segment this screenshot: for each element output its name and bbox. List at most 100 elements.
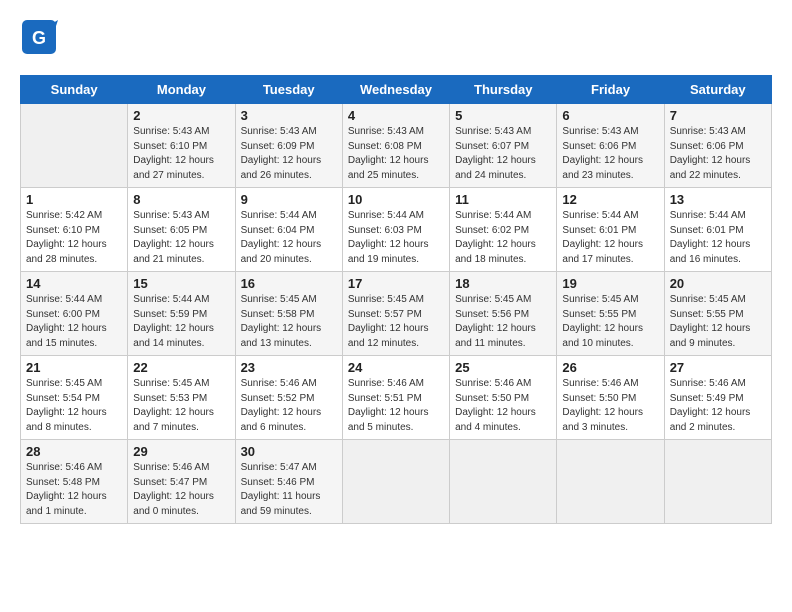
calendar-cell: 23 Sunrise: 5:46 AM Sunset: 5:52 PM Dayli…: [235, 356, 342, 440]
calendar-cell: 6 Sunrise: 5:43 AM Sunset: 6:06 PM Daylig…: [557, 104, 664, 188]
cell-info: Sunrise: 5:43 AM Sunset: 6:06 PM Dayligh…: [562, 125, 658, 183]
header-saturday: Saturday: [664, 76, 771, 104]
calendar-cell: 8 Sunrise: 5:43 AM Sunset: 6:05 PM Daylig…: [128, 188, 235, 272]
calendar-cell: 2Sunrise: 5:43 AM Sunset: 6:10 PM Daylig…: [128, 104, 235, 188]
cell-info: Sunrise: 5:44 AM Sunset: 6:03 PM Dayligh…: [348, 209, 444, 267]
calendar-cell: 1 Sunrise: 5:42 AM Sunset: 6:10 PM Daylig…: [21, 188, 128, 272]
day-number: 5: [455, 108, 551, 123]
cell-info: Sunrise: 5:46 AM Sunset: 5:47 PM Dayligh…: [133, 461, 229, 519]
cell-info: Sunrise: 5:43 AM Sunset: 6:09 PM Dayligh…: [241, 125, 337, 183]
cell-info: Sunrise: 5:45 AM Sunset: 5:53 PM Dayligh…: [133, 377, 229, 435]
cell-info: Sunrise: 5:44 AM Sunset: 6:04 PM Dayligh…: [241, 209, 337, 267]
calendar-cell: 4Sunrise: 5:43 AM Sunset: 6:08 PM Daylig…: [342, 104, 449, 188]
calendar-cell: [342, 440, 449, 524]
calendar-cell: [664, 440, 771, 524]
day-number: 29: [133, 444, 229, 459]
calendar-cell: [557, 440, 664, 524]
calendar-cell: 17 Sunrise: 5:45 AM Sunset: 5:57 PM Dayli…: [342, 272, 449, 356]
calendar-cell: 29 Sunrise: 5:46 AM Sunset: 5:47 PM Dayli…: [128, 440, 235, 524]
cell-info: Sunrise: 5:46 AM Sunset: 5:50 PM Dayligh…: [562, 377, 658, 435]
calendar-cell: 28Sunrise: 5:46 AM Sunset: 5:48 PM Dayli…: [21, 440, 128, 524]
calendar-cell: 14Sunrise: 5:44 AM Sunset: 6:00 PM Dayli…: [21, 272, 128, 356]
calendar-cell: 18 Sunrise: 5:45 AM Sunset: 5:56 PM Dayli…: [450, 272, 557, 356]
header-thursday: Thursday: [450, 76, 557, 104]
day-number: 23: [241, 360, 337, 375]
cell-info: Sunrise: 5:45 AM Sunset: 5:56 PM Dayligh…: [455, 293, 551, 351]
calendar-cell: 16 Sunrise: 5:45 AM Sunset: 5:58 PM Dayli…: [235, 272, 342, 356]
calendar-cell: 7Sunrise: 5:43 AM Sunset: 6:06 PM Daylig…: [664, 104, 771, 188]
calendar-cell: 25 Sunrise: 5:46 AM Sunset: 5:50 PM Dayli…: [450, 356, 557, 440]
cell-info: Sunrise: 5:45 AM Sunset: 5:58 PM Dayligh…: [241, 293, 337, 351]
cell-info: Sunrise: 5:46 AM Sunset: 5:50 PM Dayligh…: [455, 377, 551, 435]
day-number: 26: [562, 360, 658, 375]
cell-info: Sunrise: 5:47 AM Sunset: 5:46 PM Dayligh…: [241, 461, 337, 519]
calendar-cell: 12 Sunrise: 5:44 AM Sunset: 6:01 PM Dayli…: [557, 188, 664, 272]
day-number: 13: [670, 192, 766, 207]
day-number: 17: [348, 276, 444, 291]
cell-info: Sunrise: 5:43 AM Sunset: 6:06 PM Dayligh…: [670, 125, 766, 183]
header-monday: Monday: [128, 76, 235, 104]
svg-text:G: G: [32, 28, 46, 48]
calendar-cell: 27Sunrise: 5:46 AM Sunset: 5:49 PM Dayli…: [664, 356, 771, 440]
cell-info: Sunrise: 5:46 AM Sunset: 5:52 PM Dayligh…: [241, 377, 337, 435]
calendar-cell: 26 Sunrise: 5:46 AM Sunset: 5:50 PM Dayli…: [557, 356, 664, 440]
day-number: 1: [26, 192, 122, 207]
cell-info: Sunrise: 5:44 AM Sunset: 6:01 PM Dayligh…: [562, 209, 658, 267]
day-number: 25: [455, 360, 551, 375]
cell-info: Sunrise: 5:45 AM Sunset: 5:55 PM Dayligh…: [562, 293, 658, 351]
calendar-cell: 3 Sunrise: 5:43 AM Sunset: 6:09 PM Daylig…: [235, 104, 342, 188]
cell-info: Sunrise: 5:45 AM Sunset: 5:57 PM Dayligh…: [348, 293, 444, 351]
cell-info: Sunrise: 5:44 AM Sunset: 6:02 PM Dayligh…: [455, 209, 551, 267]
cell-info: Sunrise: 5:44 AM Sunset: 6:00 PM Dayligh…: [26, 293, 122, 351]
calendar-cell: 9 Sunrise: 5:44 AM Sunset: 6:04 PM Daylig…: [235, 188, 342, 272]
day-number: 19: [562, 276, 658, 291]
day-number: 9: [241, 192, 337, 207]
cell-info: Sunrise: 5:46 AM Sunset: 5:51 PM Dayligh…: [348, 377, 444, 435]
header-tuesday: Tuesday: [235, 76, 342, 104]
day-number: 3: [241, 108, 337, 123]
header-sunday: Sunday: [21, 76, 128, 104]
calendar-cell: 19 Sunrise: 5:45 AM Sunset: 5:55 PM Dayli…: [557, 272, 664, 356]
day-number: 10: [348, 192, 444, 207]
cell-info: Sunrise: 5:43 AM Sunset: 6:05 PM Dayligh…: [133, 209, 229, 267]
calendar-cell: [21, 104, 128, 188]
calendar-cell: 11 Sunrise: 5:44 AM Sunset: 6:02 PM Dayli…: [450, 188, 557, 272]
calendar-cell: 30 Sunrise: 5:47 AM Sunset: 5:46 PM Dayli…: [235, 440, 342, 524]
logo: G: [20, 18, 64, 61]
logo-icon: G: [20, 18, 58, 56]
day-number: 30: [241, 444, 337, 459]
header: G: [20, 18, 772, 61]
header-wednesday: Wednesday: [342, 76, 449, 104]
calendar-cell: 15 Sunrise: 5:44 AM Sunset: 5:59 PM Dayli…: [128, 272, 235, 356]
day-number: 18: [455, 276, 551, 291]
page: G SundayMondayTuesdayWednesdayThursdayFr…: [0, 0, 792, 534]
calendar-week-4: 28Sunrise: 5:46 AM Sunset: 5:48 PM Dayli…: [21, 440, 772, 524]
calendar-header-row: SundayMondayTuesdayWednesdayThursdayFrid…: [21, 76, 772, 104]
calendar-week-2: 14Sunrise: 5:44 AM Sunset: 6:00 PM Dayli…: [21, 272, 772, 356]
calendar-cell: 10 Sunrise: 5:44 AM Sunset: 6:03 PM Dayli…: [342, 188, 449, 272]
calendar-cell: 5 Sunrise: 5:43 AM Sunset: 6:07 PM Daylig…: [450, 104, 557, 188]
day-number: 4: [348, 108, 444, 123]
day-number: 12: [562, 192, 658, 207]
calendar-cell: 24 Sunrise: 5:46 AM Sunset: 5:51 PM Dayli…: [342, 356, 449, 440]
day-number: 22: [133, 360, 229, 375]
header-friday: Friday: [557, 76, 664, 104]
cell-info: Sunrise: 5:44 AM Sunset: 5:59 PM Dayligh…: [133, 293, 229, 351]
day-number: 6: [562, 108, 658, 123]
cell-info: Sunrise: 5:42 AM Sunset: 6:10 PM Dayligh…: [26, 209, 122, 267]
calendar-table: SundayMondayTuesdayWednesdayThursdayFrid…: [20, 75, 772, 524]
cell-info: Sunrise: 5:45 AM Sunset: 5:55 PM Dayligh…: [670, 293, 766, 351]
day-number: 27: [670, 360, 766, 375]
calendar-cell: 13Sunrise: 5:44 AM Sunset: 6:01 PM Dayli…: [664, 188, 771, 272]
cell-info: Sunrise: 5:43 AM Sunset: 6:07 PM Dayligh…: [455, 125, 551, 183]
calendar-week-3: 21Sunrise: 5:45 AM Sunset: 5:54 PM Dayli…: [21, 356, 772, 440]
day-number: 15: [133, 276, 229, 291]
day-number: 2: [133, 108, 229, 123]
cell-info: Sunrise: 5:45 AM Sunset: 5:54 PM Dayligh…: [26, 377, 122, 435]
day-number: 11: [455, 192, 551, 207]
day-number: 16: [241, 276, 337, 291]
calendar-week-0: 2Sunrise: 5:43 AM Sunset: 6:10 PM Daylig…: [21, 104, 772, 188]
day-number: 24: [348, 360, 444, 375]
day-number: 28: [26, 444, 122, 459]
day-number: 8: [133, 192, 229, 207]
